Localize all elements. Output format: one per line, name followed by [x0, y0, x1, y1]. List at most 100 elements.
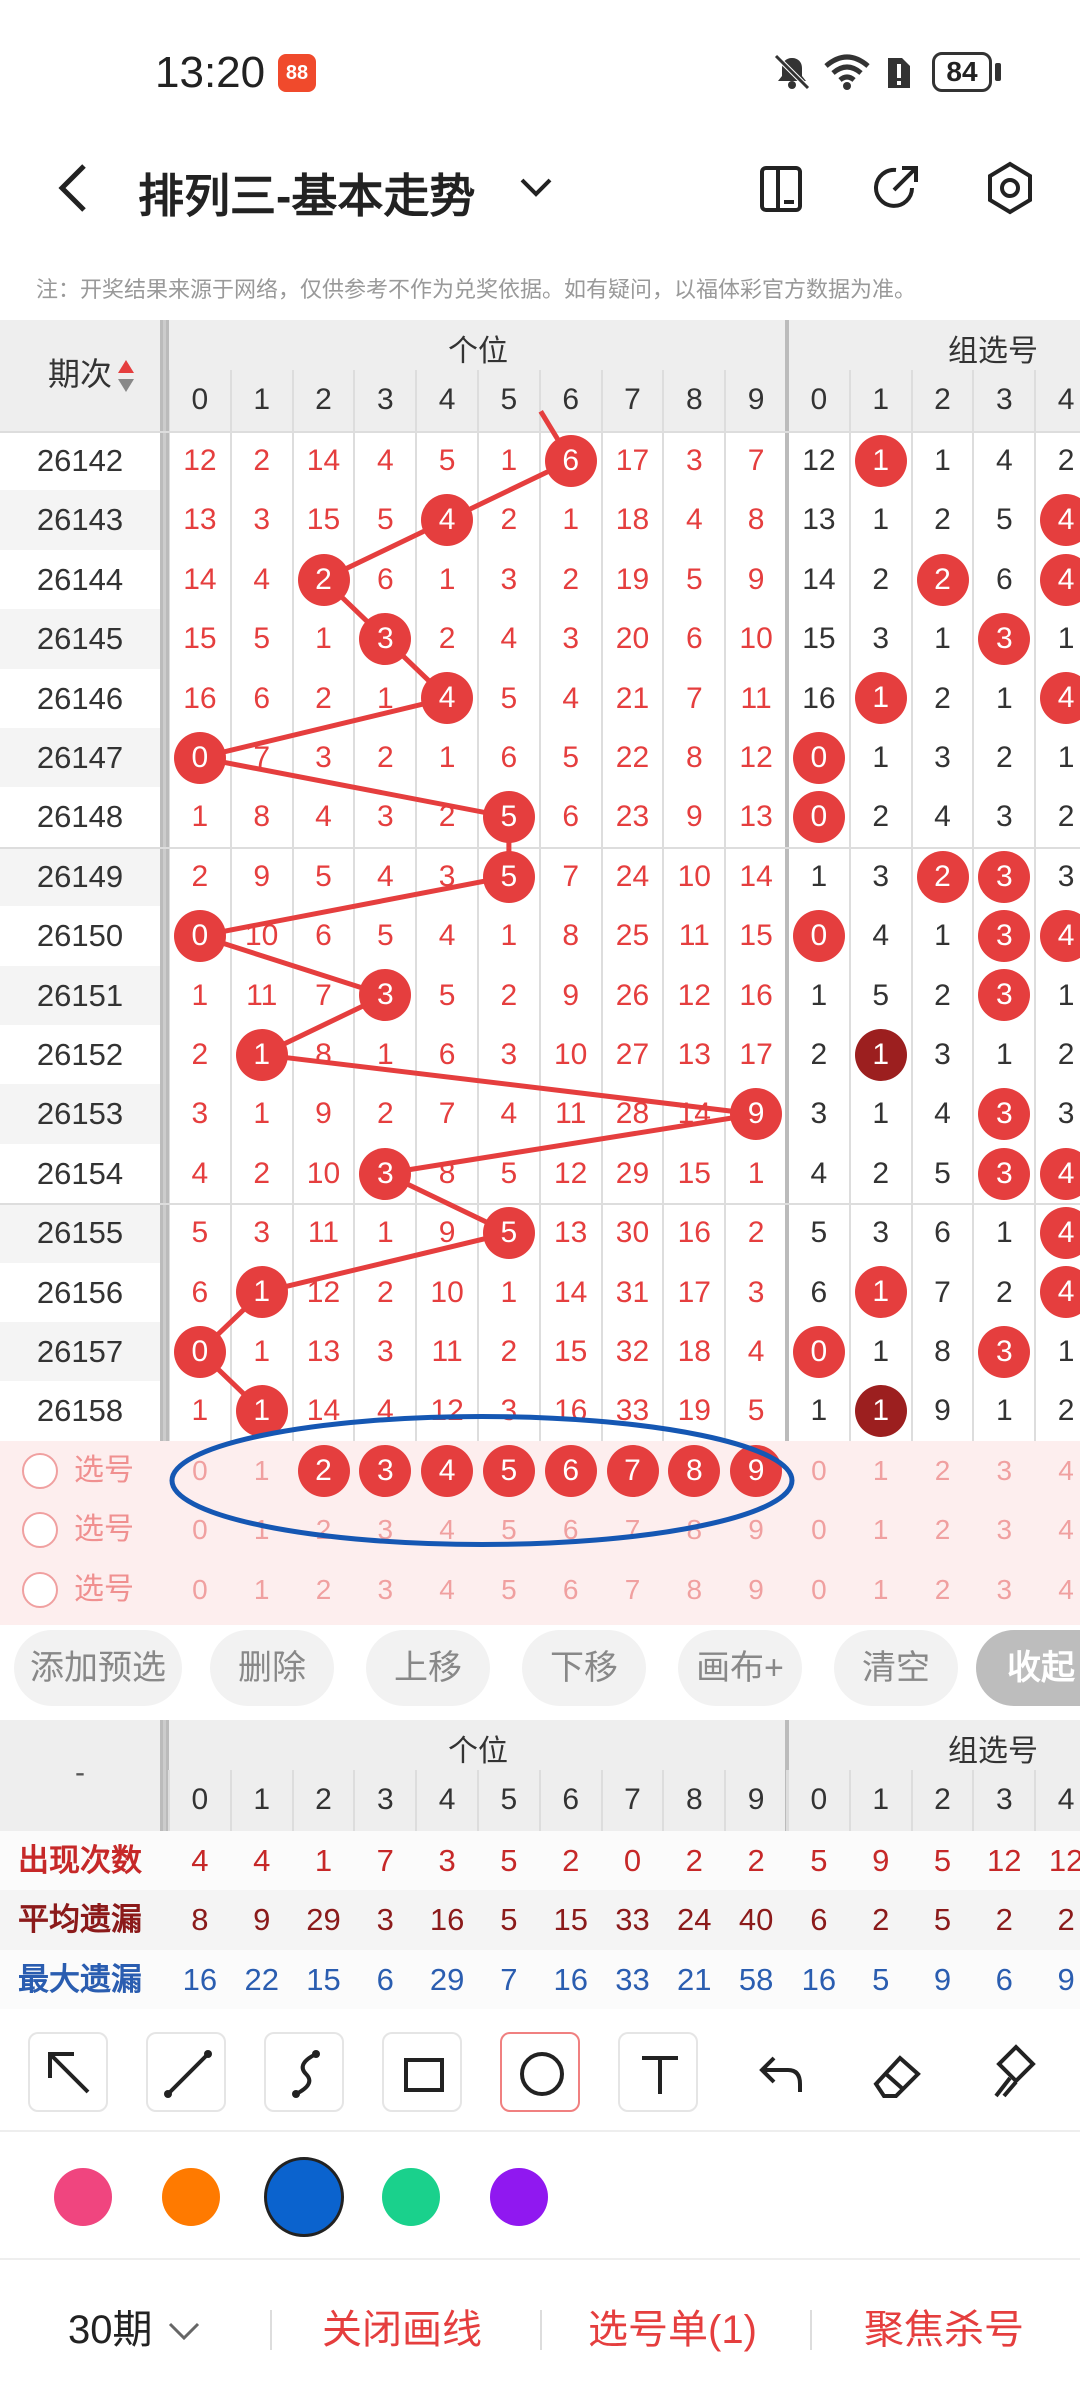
miss-cell: 21 — [615, 681, 650, 715]
action-button[interactable]: 添加预选 — [14, 1630, 182, 1706]
pick-ball[interactable]: 8 — [663, 1560, 725, 1619]
back-arrow-icon[interactable] — [48, 160, 98, 216]
chevron-down-icon[interactable] — [516, 172, 556, 204]
circle-tool-icon[interactable] — [500, 2032, 580, 2112]
miss-cell: 11 — [307, 1216, 340, 1250]
pick-ball[interactable]: 3 — [354, 1560, 416, 1619]
pick-ball-selected[interactable]: 9 — [730, 1444, 783, 1497]
color-swatch[interactable] — [54, 2168, 112, 2226]
pick-ball[interactable]: 0 — [169, 1441, 231, 1500]
arrow-tool-icon[interactable] — [28, 2032, 108, 2112]
miss-cell: 2 — [376, 1275, 394, 1309]
group-pick-ball[interactable]: 2 — [912, 1560, 974, 1619]
group-miss-cell: 2 — [934, 978, 951, 1012]
color-swatch[interactable] — [382, 2168, 440, 2226]
action-button[interactable]: 清空 — [834, 1630, 958, 1706]
clear-brush-icon[interactable] — [972, 2032, 1052, 2112]
pick-ball[interactable]: 8 — [663, 1500, 725, 1559]
pick-ball[interactable]: 4 — [416, 1560, 478, 1619]
group-pick-ball[interactable]: 4 — [1035, 1560, 1080, 1619]
action-button[interactable]: 删除 — [210, 1630, 334, 1706]
pick-ball[interactable]: 5 — [478, 1500, 540, 1559]
text-tool-icon[interactable] — [618, 2032, 698, 2112]
pick-ball-selected[interactable]: 4 — [421, 1444, 474, 1497]
focus-kill-button[interactable]: 聚焦杀号 — [864, 2300, 1024, 2360]
period-selector[interactable]: 30期 — [68, 2300, 153, 2360]
group-pick-ball[interactable]: 2 — [912, 1500, 974, 1559]
pick-ball[interactable]: 2 — [293, 1560, 355, 1619]
divider — [540, 2310, 542, 2350]
close-lines-button[interactable]: 关闭画线 — [322, 2300, 482, 2360]
pick-ball-selected[interactable]: 5 — [482, 1444, 535, 1497]
share-icon[interactable] — [868, 160, 924, 216]
group-pick-ball[interactable]: 2 — [912, 1441, 974, 1500]
pick-ball-selected[interactable]: 7 — [606, 1444, 659, 1497]
pick-radio[interactable] — [22, 1512, 58, 1549]
action-button[interactable]: 画布+ — [678, 1630, 802, 1706]
pick-list-button[interactable]: 选号单(1) — [588, 2300, 757, 2360]
group-pick-ball[interactable]: 4 — [1035, 1500, 1080, 1559]
color-swatch[interactable] — [264, 2157, 344, 2237]
pick-ball[interactable]: 3 — [354, 1500, 416, 1559]
miss-cell: 12 — [739, 741, 773, 774]
sim-alert-icon — [888, 58, 910, 88]
action-button[interactable]: 下移 — [522, 1630, 646, 1706]
action-button[interactable]: 上移 — [366, 1630, 490, 1706]
group-pick-ball[interactable]: 1 — [850, 1500, 912, 1559]
pick-ball[interactable]: 1 — [231, 1500, 293, 1559]
miss-cell: 1 — [315, 622, 332, 656]
color-swatch[interactable] — [162, 2168, 220, 2226]
pick-radio[interactable] — [22, 1452, 58, 1489]
pick-ball[interactable]: 4 — [416, 1500, 478, 1559]
rect-tool-icon[interactable] — [382, 2032, 462, 2112]
stats-value: 21 — [677, 1961, 712, 1997]
pick-radio[interactable] — [22, 1571, 58, 1608]
pick-ball[interactable]: 1 — [231, 1441, 293, 1500]
group-pick-ball[interactable]: 0 — [788, 1500, 850, 1559]
group-pick-ball[interactable]: 3 — [973, 1441, 1035, 1500]
group-pick-ball[interactable]: 0 — [788, 1560, 850, 1619]
pick-ball-selected[interactable]: 3 — [359, 1444, 412, 1497]
pick-ball[interactable]: 2 — [293, 1500, 355, 1559]
wifi-icon — [824, 54, 870, 90]
chevron-down-icon[interactable] — [166, 2318, 202, 2346]
stats-group-value: 5 — [933, 1902, 952, 1938]
line-tool-icon[interactable] — [146, 2032, 226, 2112]
pick-ball[interactable]: 0 — [169, 1560, 231, 1619]
pick-ball-selected[interactable]: 8 — [668, 1444, 721, 1497]
color-swatch[interactable] — [490, 2168, 548, 2226]
miss-cell: 17 — [739, 1038, 773, 1071]
group-pick-ball[interactable]: 1 — [850, 1441, 912, 1500]
pick-ball[interactable]: 9 — [725, 1500, 787, 1559]
miss-cell: 3 — [500, 1038, 518, 1071]
phone-layout-icon[interactable] — [756, 160, 806, 216]
group-pick-ball[interactable]: 3 — [973, 1560, 1035, 1619]
miss-cell: 10 — [306, 1156, 341, 1190]
settings-icon[interactable] — [982, 160, 1038, 216]
group-miss-cell: 1 — [810, 978, 828, 1012]
group-pick-ball[interactable]: 3 — [973, 1500, 1035, 1559]
pick-ball[interactable]: 5 — [478, 1560, 540, 1619]
group-pick-ball[interactable]: 1 — [850, 1560, 912, 1619]
pick-ball[interactable]: 9 — [725, 1560, 787, 1619]
undo-icon[interactable] — [736, 2032, 816, 2112]
hit-ball: 0 — [173, 909, 226, 962]
stats-value: 2 — [562, 1843, 580, 1878]
stats-corner: - — [75, 1756, 85, 1789]
pick-ball[interactable]: 6 — [540, 1560, 602, 1619]
miss-cell: 22 — [615, 741, 650, 774]
pick-ball[interactable]: 0 — [169, 1500, 231, 1559]
pick-ball[interactable]: 1 — [231, 1560, 293, 1619]
pick-ball-selected[interactable]: 2 — [297, 1444, 350, 1497]
pick-ball-selected[interactable]: 6 — [544, 1444, 597, 1497]
pick-ball[interactable]: 7 — [602, 1500, 664, 1559]
pick-ball[interactable]: 6 — [540, 1500, 602, 1559]
stats-value: 2 — [747, 1843, 765, 1878]
stats-value: 3 — [438, 1843, 456, 1878]
pick-ball[interactable]: 7 — [602, 1560, 664, 1619]
group-pick-ball[interactable]: 0 — [788, 1441, 850, 1500]
eraser-icon[interactable] — [854, 2032, 934, 2112]
curve-tool-icon[interactable] — [264, 2032, 344, 2112]
group-pick-ball[interactable]: 4 — [1035, 1441, 1080, 1500]
action-button[interactable]: 收起 — [976, 1630, 1080, 1706]
